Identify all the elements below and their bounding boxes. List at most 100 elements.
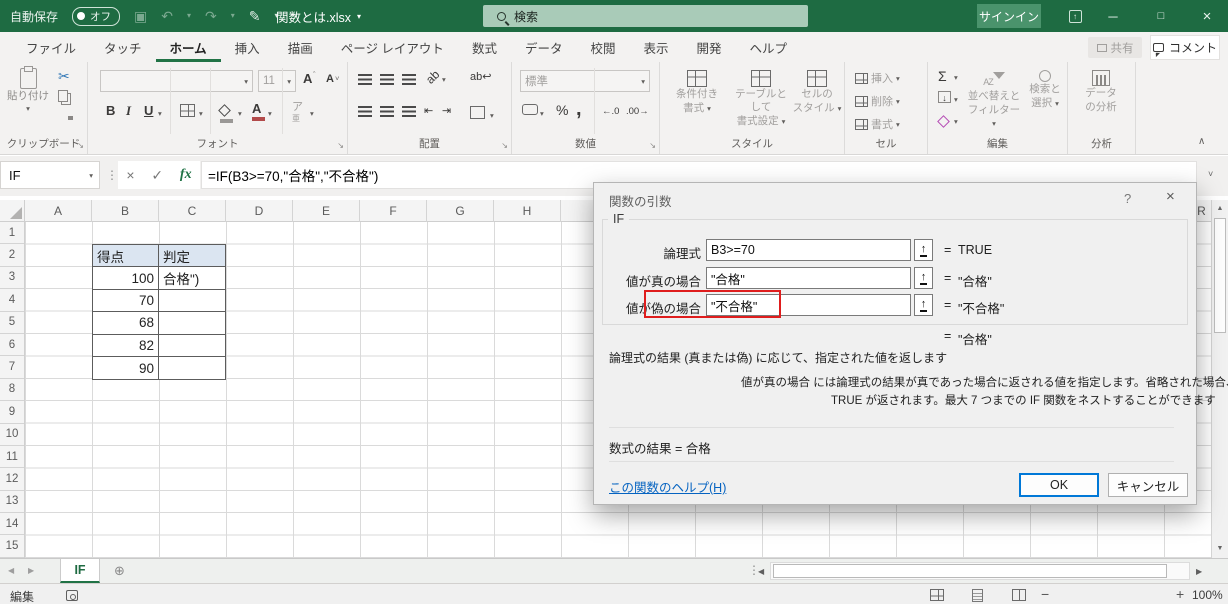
save-icon[interactable]: ▣ (134, 9, 147, 23)
font-color-dropdown-icon[interactable]: ▾ (268, 109, 272, 118)
select-all-corner[interactable] (0, 200, 25, 222)
tab-touch[interactable]: タッチ (90, 32, 156, 62)
orientation-icon[interactable]: ab (423, 67, 442, 86)
align-right-icon[interactable] (402, 106, 416, 117)
name-box[interactable]: IF ▾ (0, 161, 100, 189)
tab-data[interactable]: データ (511, 32, 577, 62)
view-page-layout-icon[interactable] (972, 589, 983, 602)
row-header-12[interactable]: 12 (0, 468, 24, 490)
tab-draw[interactable]: 描画 (274, 32, 327, 62)
underline-button[interactable]: U (144, 104, 153, 117)
column-header-G[interactable]: G (427, 200, 494, 222)
column-header-B[interactable]: B (92, 200, 159, 222)
cell-styles-button[interactable]: セルの スタイル ▾ (792, 70, 842, 115)
data-analysis-button[interactable]: データ の分析 (1078, 70, 1124, 114)
font-color-icon[interactable]: A (252, 102, 265, 121)
view-normal-icon[interactable] (930, 589, 944, 601)
font-name-select[interactable]: ▾ (100, 70, 253, 92)
sheet-next-icon[interactable]: ▶ (28, 566, 34, 575)
row-header-3[interactable]: 3 (0, 267, 24, 289)
macro-record-icon[interactable] (66, 590, 78, 601)
align-bottom-icon[interactable] (402, 74, 416, 85)
function-help-link[interactable]: この関数のヘルプ(H) (609, 477, 726, 496)
expand-formula-bar-icon[interactable]: ˅ (1208, 169, 1213, 179)
collapse-dialog-button[interactable]: ↑ (914, 267, 933, 289)
tab-file[interactable]: ファイル (12, 32, 90, 62)
font-dialog-launcher-icon[interactable]: ↘ (337, 141, 344, 150)
collapse-dialog-button[interactable]: ↑ (914, 294, 933, 316)
sheet-tab-if[interactable]: IF (60, 559, 100, 583)
find-select-button[interactable]: 検索と 選択 ▾ (1024, 70, 1066, 110)
column-header-A[interactable]: A (25, 200, 92, 222)
column-header-E[interactable]: E (293, 200, 360, 222)
cancel-button[interactable]: キャンセル (1108, 473, 1188, 497)
maximize-button[interactable]: □ (1144, 0, 1178, 32)
row-header-10[interactable]: 10 (0, 424, 24, 446)
row-header-7[interactable]: 7 (0, 356, 24, 378)
table-cell[interactable]: 82 (93, 335, 159, 357)
vertical-scroll-thumb[interactable] (1214, 218, 1226, 333)
row-header-6[interactable]: 6 (0, 334, 24, 356)
hscroll-right-icon[interactable]: ▶ (1196, 567, 1202, 576)
borders-dropdown-icon[interactable]: ▾ (199, 109, 203, 118)
hscroll-left-icon[interactable]: ◀ (758, 567, 764, 576)
orientation-dropdown-icon[interactable]: ▾ (442, 75, 446, 84)
draw-touch-icon[interactable]: ✎ (249, 9, 261, 23)
merge-dropdown-icon[interactable]: ▾ (490, 111, 494, 120)
sort-filter-button[interactable]: AZ 並べ替えと フィルター ▾ (966, 70, 1022, 131)
column-header-D[interactable]: D (226, 200, 293, 222)
close-button[interactable]: × (1190, 0, 1224, 32)
table-header-cell[interactable]: 判定 (159, 245, 225, 267)
sheet-prev-icon[interactable]: ◀ (8, 566, 14, 575)
fill-color-icon[interactable] (220, 104, 233, 123)
row-header-9[interactable]: 9 (0, 401, 24, 423)
table-cell[interactable] (159, 335, 225, 357)
align-left-icon[interactable] (358, 106, 372, 117)
share-button[interactable]: 共有 (1088, 37, 1142, 58)
shrink-font-icon[interactable]: A (326, 74, 334, 85)
collapse-dialog-button[interactable]: ↑ (914, 239, 933, 261)
clipboard-dialog-launcher-icon[interactable]: ↘ (77, 141, 84, 150)
table-cell[interactable]: 68 (93, 312, 159, 334)
column-header-F[interactable]: F (360, 200, 427, 222)
currency-dropdown-icon[interactable]: ▾ (540, 109, 544, 118)
fill-color-dropdown-icon[interactable]: ▾ (238, 109, 242, 118)
horizontal-scroll-thumb[interactable] (773, 564, 1167, 578)
dialog-help-icon[interactable]: ? (1124, 191, 1131, 206)
undo-dropdown-icon[interactable]: ▾ (187, 12, 191, 20)
increase-decimal-icon[interactable]: ←.0 (602, 106, 619, 117)
italic-button[interactable]: I (126, 104, 131, 117)
row-header-11[interactable]: 11 (0, 446, 24, 468)
tab-developer[interactable]: 開発 (683, 32, 736, 62)
number-dialog-launcher-icon[interactable]: ↘ (649, 141, 656, 150)
wrap-text-icon[interactable]: ab↩ (470, 70, 491, 83)
table-cell[interactable]: 100 (93, 267, 159, 289)
delete-cells-button[interactable]: 削除▾ (855, 93, 900, 109)
undo-icon[interactable]: ↶ (161, 9, 173, 23)
conditional-formatting-button[interactable]: 条件付き 書式 ▾ (666, 70, 728, 115)
align-center-icon[interactable] (380, 106, 394, 117)
format-as-table-button[interactable]: テーブルとして 書式設定 ▾ (730, 70, 792, 128)
autosum-icon[interactable]: Σ (938, 68, 947, 84)
percent-icon[interactable]: % (556, 102, 568, 118)
insert-function-icon[interactable]: fx (180, 167, 192, 183)
column-header-C[interactable]: C (159, 200, 226, 222)
tab-insert[interactable]: 挿入 (221, 32, 274, 62)
tab-page-layout[interactable]: ページ レイアウト (327, 32, 458, 62)
underline-dropdown-icon[interactable]: ▾ (158, 109, 162, 118)
increase-indent-icon[interactable]: ⇥ (442, 104, 451, 117)
bold-button[interactable]: B (106, 104, 115, 117)
horizontal-scrollbar[interactable] (770, 562, 1190, 580)
phonetic-guide-icon[interactable]: ア亜 (292, 102, 303, 124)
row-header-8[interactable]: 8 (0, 379, 24, 401)
decrease-indent-icon[interactable]: ⇤ (424, 104, 433, 117)
table-cell[interactable] (159, 290, 225, 312)
view-page-break-icon[interactable] (1012, 589, 1026, 601)
font-size-input[interactable]: 11▾ (258, 70, 296, 92)
ribbon-display-options-button[interactable]: ↑ (1058, 0, 1092, 32)
comments-button[interactable]: コメント (1150, 35, 1220, 60)
table-cell[interactable]: 90 (93, 357, 159, 379)
name-box-dropdown-icon[interactable]: ▾ (89, 171, 93, 180)
grow-font-icon[interactable]: A (303, 72, 312, 85)
tab-home[interactable]: ホーム (156, 32, 221, 62)
